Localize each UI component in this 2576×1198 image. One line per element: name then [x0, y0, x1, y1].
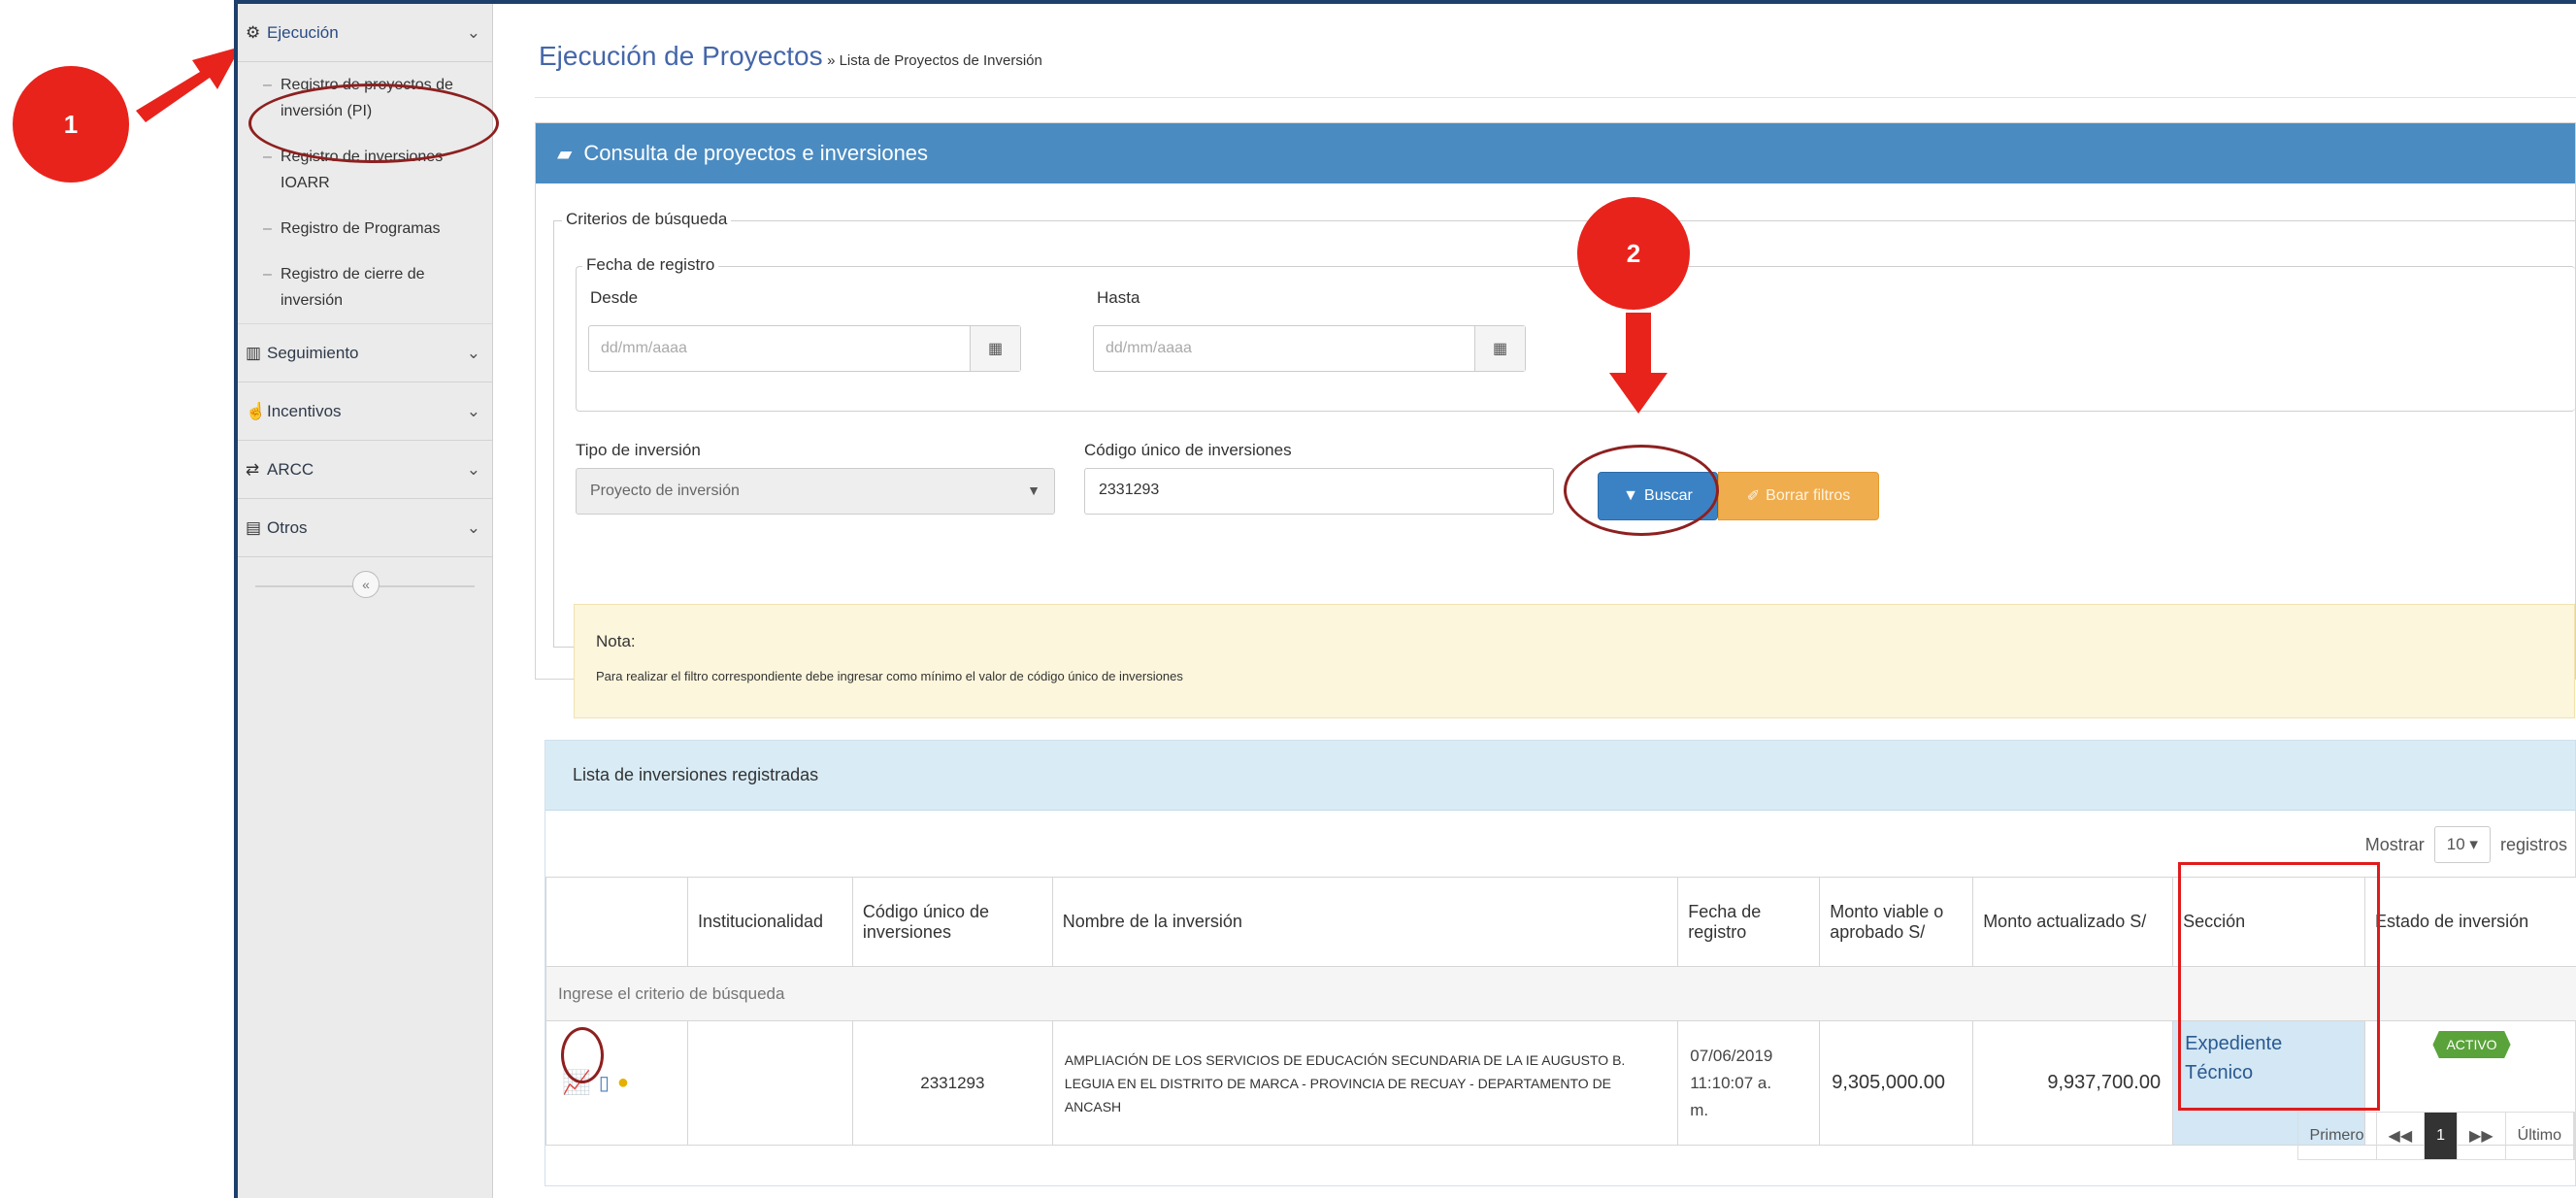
pdf-icon[interactable]: ▯ — [599, 1071, 610, 1095]
pagination: Primero ◀◀ 1 ▶▶ Último — [2296, 1112, 2575, 1160]
fecha-legend: Fecha de registro — [582, 255, 719, 275]
calendar-icon[interactable]: ▦ — [1474, 326, 1525, 371]
sidebar-item-registro-cierre[interactable]: – Registro de cierre de inversión — [263, 251, 492, 323]
sidebar-section-incentivos[interactable]: ☝ Incentivos ⌄ — [238, 383, 492, 441]
page-title: Ejecución de Proyectos — [539, 41, 823, 71]
pager-page-1[interactable]: 1 — [2425, 1113, 2459, 1159]
column-header-monto-actualizado[interactable]: Monto actualizado S/ — [1972, 877, 2174, 967]
criterios-legend: Criterios de búsqueda — [562, 210, 732, 229]
codigo-unico-label: Código único de inversiones — [1084, 441, 1292, 459]
cell-institucionalidad — [686, 1020, 853, 1146]
cell-nombre: AMPLIACIÓN DE LOS SERVICIOS DE EDUCACIÓN… — [1051, 1020, 1679, 1146]
desde-label: Desde — [590, 288, 639, 307]
step-1-arrow — [136, 47, 241, 122]
pager-next[interactable]: ▶▶ — [2458, 1113, 2506, 1159]
cell-codigo: 2331293 — [851, 1020, 1053, 1146]
cell-fecha: 07/06/2019 11:10:07 a. m. — [1677, 1020, 1821, 1146]
page-size-select[interactable]: 10 ▾ — [2433, 826, 2491, 863]
desde-date-input[interactable]: dd/mm/aaaa ▦ — [588, 325, 1021, 372]
sidebar-section-seguimiento[interactable]: ▥ Seguimiento ⌄ — [238, 324, 492, 383]
highlight-seccion-column — [2178, 862, 2380, 1111]
car-icon: ▰ — [557, 143, 573, 165]
exchange-icon: ⇄ — [246, 459, 260, 479]
eraser-icon: ✐ — [1746, 488, 1761, 505]
sidebar-item-registro-programas[interactable]: – Registro de Programas — [263, 206, 492, 251]
sidebar-collapse-bar: « — [238, 557, 492, 616]
step-1-marker: 1 — [13, 66, 129, 183]
column-header-institucionalidad[interactable]: Institucionalidad — [686, 877, 853, 967]
nota-alert: Nota: Para realizar el filtro correspond… — [574, 604, 2575, 718]
highlight-registro-pi — [248, 83, 499, 163]
status-badge: ACTIVO — [2432, 1031, 2511, 1058]
lista-panel-header: Lista de inversiones registradas — [545, 741, 2575, 811]
codigo-unico-input[interactable]: 2331293 — [1084, 468, 1554, 515]
sidebar-section-arcc[interactable]: ⇄ ARCC ⌄ — [238, 441, 492, 499]
sidebar-collapse-button[interactable]: « — [352, 571, 380, 598]
thumbs-up-icon: ☝ — [246, 401, 267, 420]
chevron-down-icon: ⌄ — [466, 401, 480, 420]
pager-prev[interactable]: ◀◀ — [2377, 1113, 2426, 1159]
borrar-filtros-button[interactable]: ✐ Borrar filtros — [1718, 472, 1879, 520]
criterios-fieldset: Criterios de búsqueda Fecha de registro … — [553, 210, 2575, 718]
nota-text: Para realizar el filtro correspondiente … — [596, 669, 1183, 683]
column-header-fecha[interactable]: Fecha de registro — [1677, 877, 1821, 967]
column-header-nombre[interactable]: Nombre de la inversión — [1051, 877, 1679, 967]
consulta-panel-header: ▰ Consulta de proyectos e inversiones — [536, 123, 2575, 183]
column-header-monto-viable[interactable]: Monto viable o aprobado S/ — [1819, 877, 1974, 967]
consulta-panel: ▰ Consulta de proyectos e inversiones Cr… — [535, 122, 2576, 718]
pager-last[interactable]: Último — [2506, 1113, 2574, 1159]
tipo-inversion-label: Tipo de inversión — [576, 441, 701, 459]
column-header-codigo[interactable]: Código único de inversiones — [851, 877, 1053, 967]
hasta-label: Hasta — [1097, 288, 1140, 307]
nota-title: Nota: — [596, 632, 636, 650]
chevron-down-icon: ⌄ — [466, 22, 480, 42]
hasta-date-input[interactable]: dd/mm/aaaa ▦ — [1093, 325, 1526, 372]
gear-icon: ⚙ — [246, 22, 261, 42]
breadcrumb: Ejecución de Proyectos » Lista de Proyec… — [539, 41, 1042, 72]
column-header-estado[interactable]: Estado de inversión — [2364, 877, 2576, 967]
sidebar-section-otros[interactable]: ▤ Otros ⌄ — [238, 499, 492, 557]
step-2-marker: 2 — [1577, 197, 1690, 310]
sidebar: ⚙ Ejecución ⌄ – Registro de proyectos de… — [238, 4, 493, 1198]
sidebar-section-ejecucion[interactable]: ⚙ Ejecución ⌄ — [238, 4, 492, 62]
chevron-down-icon: ⌄ — [466, 517, 480, 537]
pager-first[interactable]: Primero — [2298, 1113, 2377, 1159]
breadcrumb-current: » Lista de Proyectos de Inversión — [827, 52, 1042, 69]
calendar-icon[interactable]: ▦ — [970, 326, 1020, 371]
mostrar-registros: Mostrar 10 ▾ registros — [2365, 826, 2567, 863]
file-icon: ▤ — [246, 517, 262, 537]
step-2-arrow — [1609, 313, 1668, 414]
cell-monto-actualizado: 9,937,700.00 — [1972, 1020, 2174, 1146]
dropdown-arrow-icon: ▼ — [1027, 483, 1040, 498]
highlight-buscar — [1564, 445, 1719, 536]
chevron-down-icon: ⌄ — [466, 459, 480, 479]
comment-icon[interactable]: ● — [617, 1072, 629, 1094]
tipo-inversion-select[interactable]: Proyecto de inversión ▼ — [576, 468, 1055, 515]
chevron-down-icon: ⌄ — [466, 343, 480, 362]
fecha-registro-fieldset: Fecha de registro Desde dd/mm/aaaa ▦ Has… — [576, 255, 2575, 412]
highlight-chart-icon — [561, 1027, 604, 1083]
bar-chart-icon: ▥ — [246, 343, 262, 362]
cell-monto-viable: 9,305,000.00 — [1819, 1020, 1974, 1146]
column-header-actions — [545, 877, 688, 967]
